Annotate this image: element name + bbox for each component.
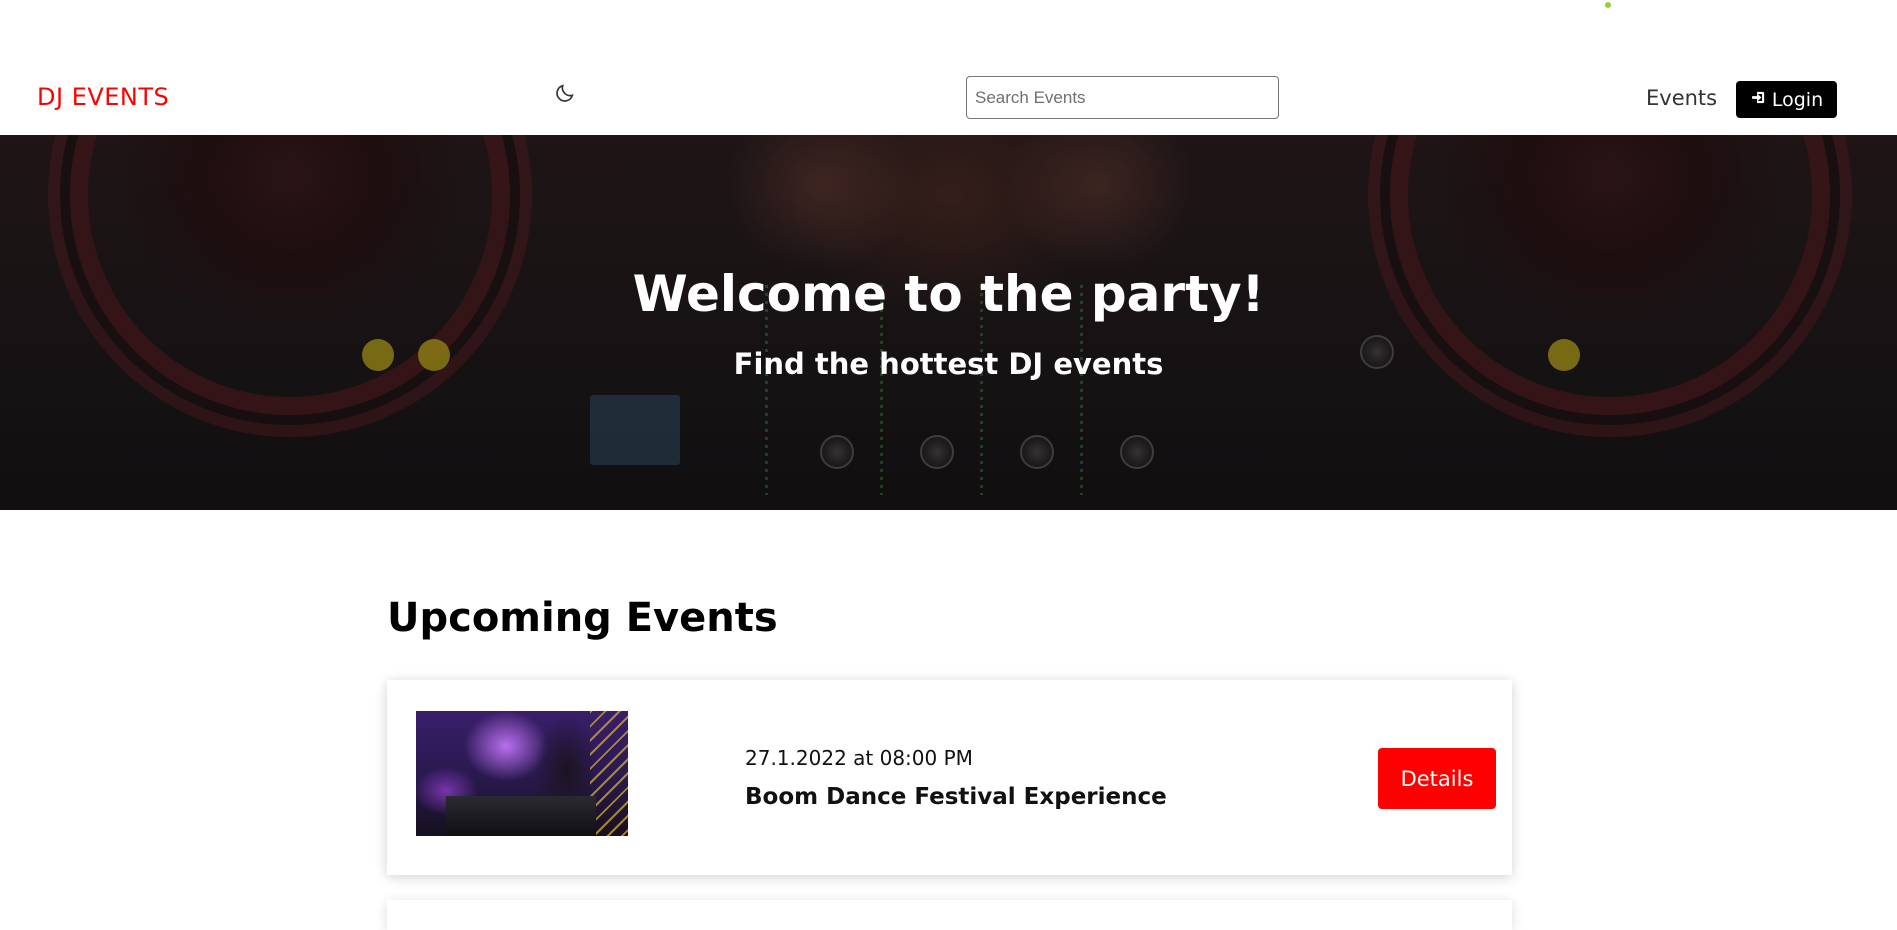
login-button[interactable]: Login xyxy=(1736,81,1837,118)
dj-deck-graphic xyxy=(446,796,596,836)
event-thumbnail xyxy=(416,711,628,836)
hero-subtitle: Find the hottest DJ events xyxy=(733,347,1164,381)
event-name: Boom Dance Festival Experience xyxy=(745,784,1167,810)
login-button-label: Login xyxy=(1771,88,1824,111)
event-details-button[interactable]: Details xyxy=(1378,748,1496,809)
moon-icon xyxy=(554,82,576,108)
site-header: DJ EVENTS Events Login xyxy=(0,60,1897,135)
section-title: Upcoming Events xyxy=(387,595,778,641)
search-input[interactable] xyxy=(966,76,1279,119)
hero-title: Welcome to the party! xyxy=(632,265,1265,323)
theme-toggle-button[interactable] xyxy=(552,82,578,108)
event-card: 27.1.2022 at 08:00 PM Boom Dance Festiva… xyxy=(387,680,1512,875)
decorative-dot xyxy=(1605,2,1611,8)
event-card xyxy=(387,900,1512,930)
event-date: 27.1.2022 at 08:00 PM xyxy=(745,746,973,770)
hero-banner: Welcome to the party! Find the hottest D… xyxy=(0,135,1897,510)
site-logo[interactable]: DJ EVENTS xyxy=(37,83,169,111)
nav-link-events[interactable]: Events xyxy=(1646,86,1717,110)
sign-in-icon xyxy=(1750,89,1767,111)
